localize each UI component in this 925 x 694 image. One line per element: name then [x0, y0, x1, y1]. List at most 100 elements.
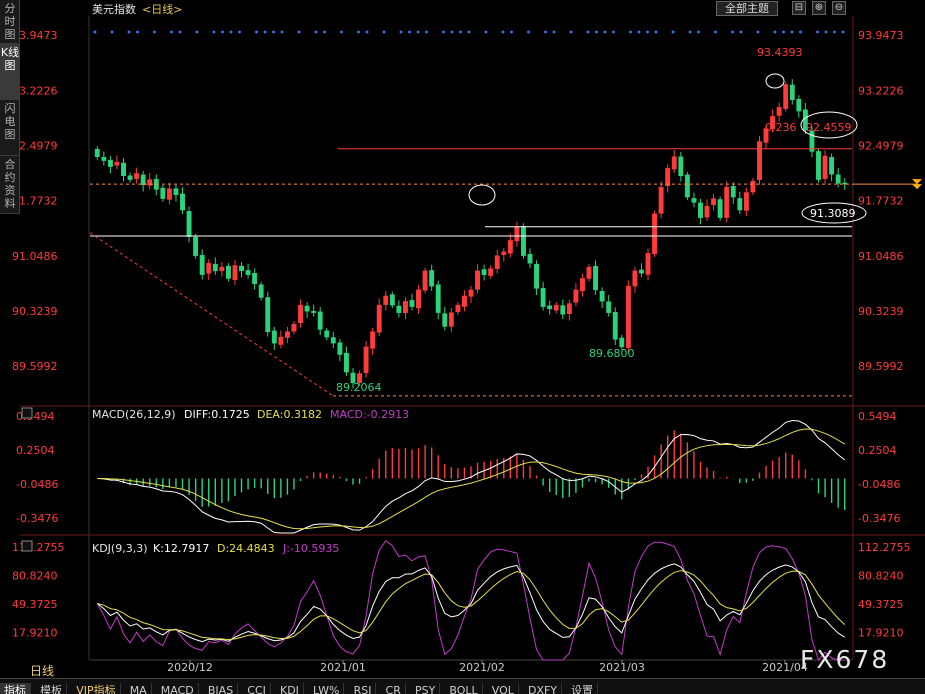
tab-dxfy[interactable]: DXFY — [524, 683, 563, 694]
kdj-y-tick-left: 49.3725 — [12, 598, 58, 611]
candle-body — [494, 255, 500, 269]
event-dot — [841, 30, 845, 34]
candle-body — [402, 301, 408, 313]
tab-ma[interactable]: MA — [126, 683, 152, 694]
candle-body — [107, 159, 113, 167]
shrink-icon[interactable]: ⊟ — [792, 1, 806, 15]
fx678-logo: FX678 — [800, 645, 890, 674]
candle-body — [199, 254, 205, 275]
candle-body — [606, 301, 612, 313]
candle-body — [789, 84, 795, 100]
event-dot — [833, 30, 836, 34]
event-dot — [153, 30, 156, 34]
kdj-y-tick-right: 112.2755 — [858, 541, 911, 554]
event-dot — [790, 30, 794, 34]
tab-settings[interactable]: 设置 — [567, 683, 599, 694]
tab-bias[interactable]: BIAS — [204, 683, 239, 694]
level-lower-label: 91.3089 — [810, 207, 856, 220]
candle-body — [343, 352, 349, 373]
low-label-jan: 89.2064 — [336, 381, 382, 394]
candle-body — [711, 198, 717, 206]
event-dot — [824, 30, 828, 34]
candle-body — [166, 188, 172, 200]
tab-psy[interactable]: PSY — [411, 683, 441, 694]
tab-template[interactable]: 模板 — [36, 683, 68, 694]
macd-y-tick-left: -0.3476 — [16, 512, 58, 525]
candle-body — [389, 294, 395, 306]
event-dot — [527, 30, 530, 34]
candle-body — [534, 263, 540, 289]
candle-body — [521, 226, 526, 256]
macd-y-tick-right: 0.5494 — [858, 410, 897, 423]
all-themes-button[interactable]: 全部主题 — [716, 1, 778, 16]
macd-y-tick-right: -0.0486 — [858, 478, 900, 491]
tab-macd[interactable]: MACD — [157, 683, 199, 694]
candle-body — [278, 336, 284, 345]
candle-body — [134, 173, 140, 179]
candle-body — [121, 162, 126, 177]
macd-y-tick-left: 0.2504 — [16, 444, 55, 457]
candle-body — [304, 305, 310, 312]
tab-contract-info[interactable]: 合约资料 — [0, 156, 20, 214]
zoom-in-icon[interactable]: ⊕ — [812, 1, 826, 15]
kdj-y-tick-right: 49.3725 — [858, 598, 904, 611]
indicator-toolbar: 指标 模板 VIP指标 MA MACD BIAS CCI KDJ LW% RSI… — [0, 678, 925, 694]
tab-kline[interactable]: K线图 — [0, 44, 20, 100]
zoom-out-icon[interactable]: ⊖ — [832, 1, 846, 15]
tab-flash[interactable]: 闪电图 — [0, 100, 20, 156]
event-dot — [280, 30, 284, 34]
macd-params: MACD(26,12,9) — [92, 408, 176, 421]
candle-body — [396, 305, 402, 313]
tab-timeshare[interactable]: 分时图 — [0, 0, 20, 44]
candle-body — [481, 269, 487, 275]
macd-y-tick-left: -0.0486 — [16, 478, 58, 491]
event-dot — [416, 30, 420, 34]
event-dot — [229, 30, 233, 34]
kdj-y-tick-left: 112.2755 — [12, 541, 65, 554]
y-tick-right: 89.5992 — [858, 360, 904, 373]
candle-body — [212, 263, 218, 272]
tab-vol[interactable]: VOL — [488, 683, 519, 694]
tab-cr[interactable]: CR — [382, 683, 406, 694]
event-dot — [263, 30, 267, 34]
macd-diff-label: DIFF:0.1725 — [184, 408, 250, 421]
candle-body — [619, 337, 625, 348]
tab-vip-indicator[interactable]: VIP指标 — [72, 683, 121, 694]
event-dot — [612, 30, 615, 34]
event-dot — [178, 30, 182, 34]
macd-y-tick-right: -0.3476 — [858, 512, 900, 525]
event-dot — [467, 30, 471, 34]
candle-body — [691, 198, 697, 203]
tab-kdj[interactable]: KDJ — [276, 683, 304, 694]
event-dot — [442, 30, 445, 34]
tab-cci[interactable]: CCI — [243, 683, 271, 694]
candle-body — [330, 337, 336, 344]
event-dot — [212, 30, 216, 34]
candle-body — [383, 295, 389, 305]
candle-body — [245, 270, 251, 275]
candle-body — [271, 330, 277, 344]
candle-body — [317, 311, 323, 330]
candle-body — [127, 175, 133, 180]
tab-indicator[interactable]: 指标 — [0, 683, 31, 694]
candle-body — [468, 289, 474, 297]
candle-body — [678, 156, 684, 177]
candle-body — [724, 186, 730, 218]
tab-lw[interactable]: LW% — [309, 683, 345, 694]
tab-rsi[interactable]: RSI — [350, 683, 377, 694]
event-dot — [688, 30, 692, 34]
candle-body — [593, 265, 599, 291]
tab-boll[interactable]: BOLL — [445, 683, 483, 694]
candle-body — [750, 180, 756, 193]
candle-body — [186, 211, 192, 237]
candle-body — [448, 312, 454, 327]
event-dot — [93, 30, 97, 34]
candle-body — [363, 346, 369, 373]
macd-toggle-icon — [21, 407, 33, 419]
event-dot — [552, 30, 556, 34]
candle-body — [514, 226, 520, 242]
period-label[interactable]: 日线 — [30, 662, 54, 679]
candle-body — [252, 273, 258, 285]
kdj-y-tick-right: 17.9210 — [858, 627, 904, 640]
candle-body — [566, 303, 572, 315]
